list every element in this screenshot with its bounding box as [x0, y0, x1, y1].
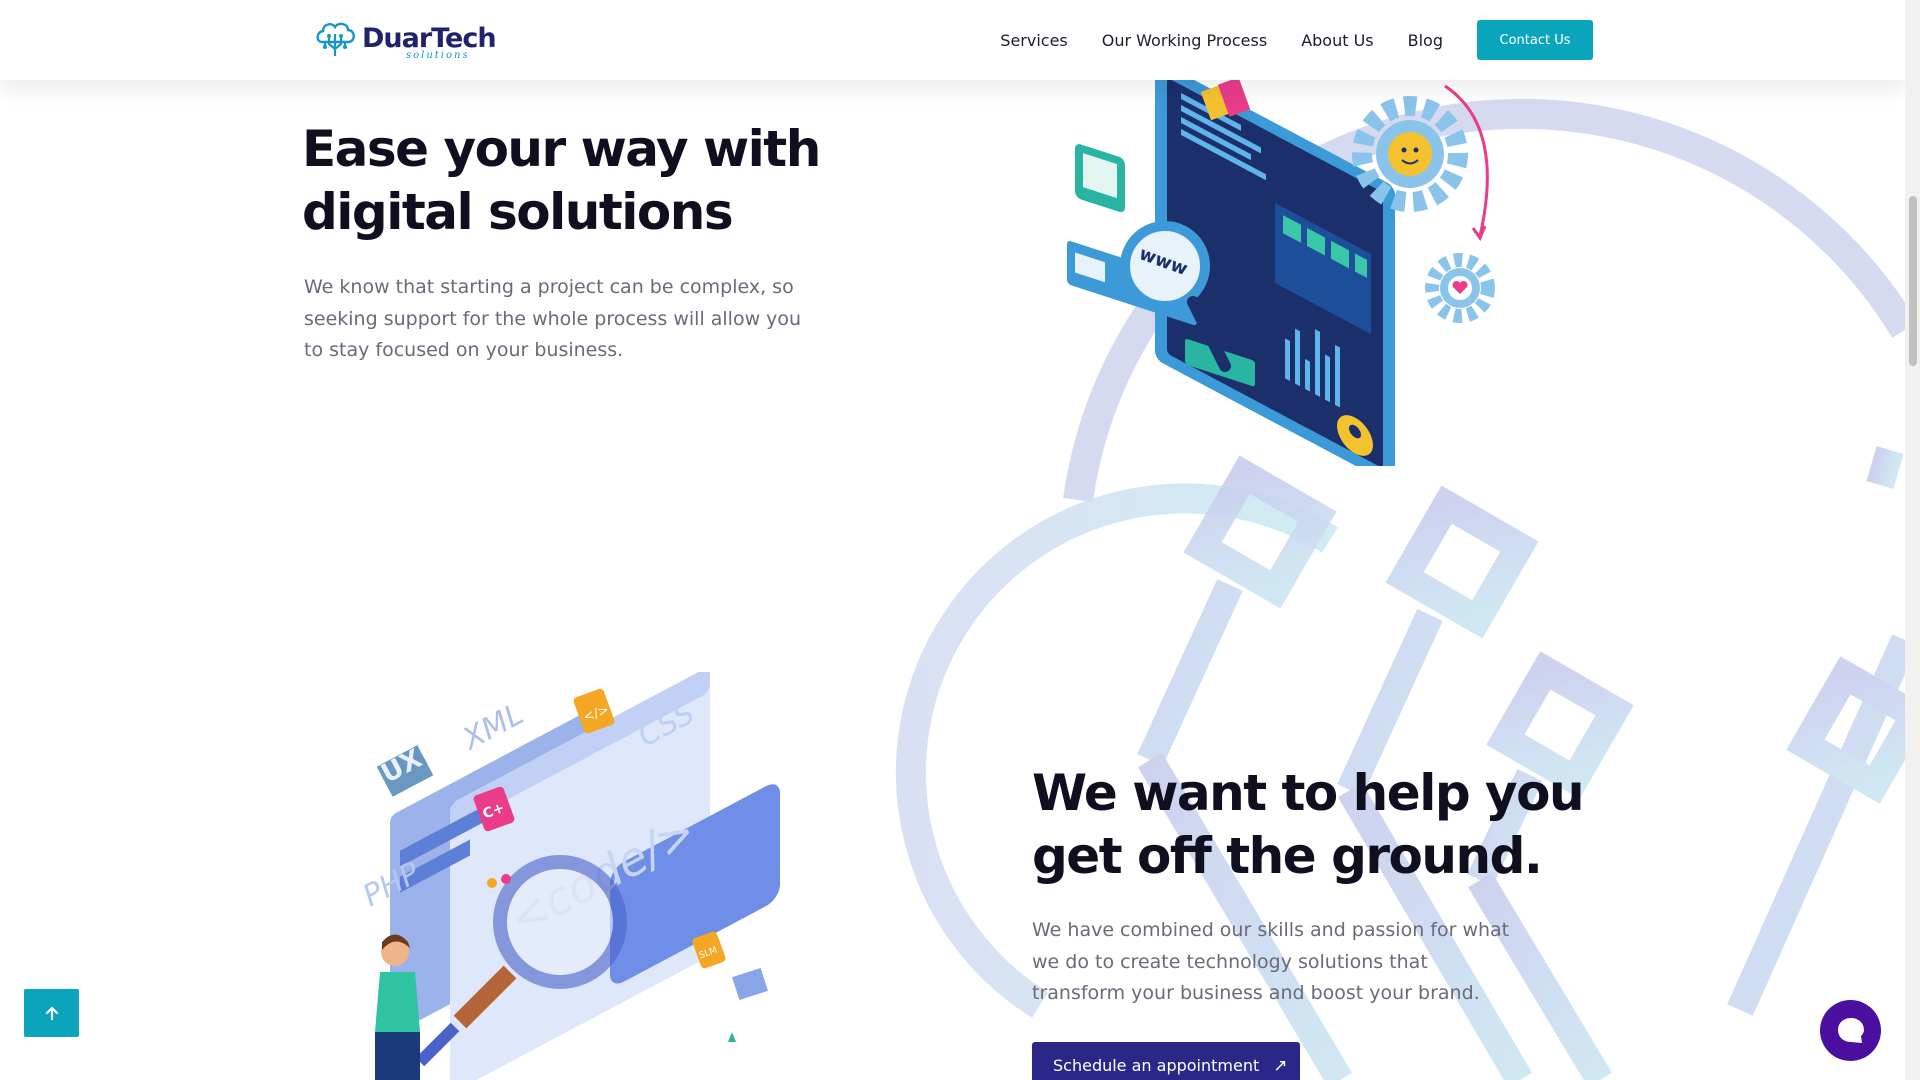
nav-link-blog[interactable]: Blog	[1408, 31, 1443, 50]
background-circuit-decoration	[896, 98, 1920, 1080]
page-scrollbar[interactable]	[1905, 0, 1920, 1080]
nav-link-services[interactable]: Services	[1000, 31, 1067, 50]
scrollbar-thumb[interactable]	[1909, 196, 1917, 366]
digital-dashboard-illustration: www	[1067, 66, 1495, 466]
tree-circuit-logo-icon	[316, 22, 355, 56]
main-navigation: Services Our Working Process About Us Bl…	[1000, 0, 1905, 80]
arrow-up-right-icon: ↗	[1273, 1056, 1288, 1076]
back-to-top-button[interactable]	[24, 989, 79, 1037]
chat-bubble-icon	[1837, 1017, 1864, 1043]
hero-description: We know that starting a project can be c…	[304, 276, 802, 361]
brand-tagline: solutions	[406, 50, 470, 61]
schedule-appointment-button[interactable]: Schedule an appointment ↗	[1032, 1042, 1300, 1080]
contact-us-button[interactable]: Contact Us	[1477, 20, 1593, 60]
code-development-illustration: UX UX XML CSS PHP </> C+ <code/> SLM	[360, 672, 780, 1080]
nav-link-about-us[interactable]: About Us	[1301, 31, 1373, 50]
arrow-up-icon	[45, 1006, 58, 1021]
site-header: DuarTech solutions Services Our Working …	[0, 0, 1905, 80]
chat-widget-button[interactable]	[1820, 1000, 1881, 1061]
section-description: We have combined our skills and passion …	[1032, 919, 1510, 1004]
schedule-button-label: Schedule an appointment	[1053, 1056, 1260, 1075]
brand-logo[interactable]: DuarTech solutions	[312, 16, 497, 64]
hero-title: Ease your way with digital solutions	[302, 120, 821, 241]
section-title: We want to help you get off the ground.	[1032, 764, 1585, 885]
nav-link-working-process[interactable]: Our Working Process	[1102, 31, 1267, 50]
